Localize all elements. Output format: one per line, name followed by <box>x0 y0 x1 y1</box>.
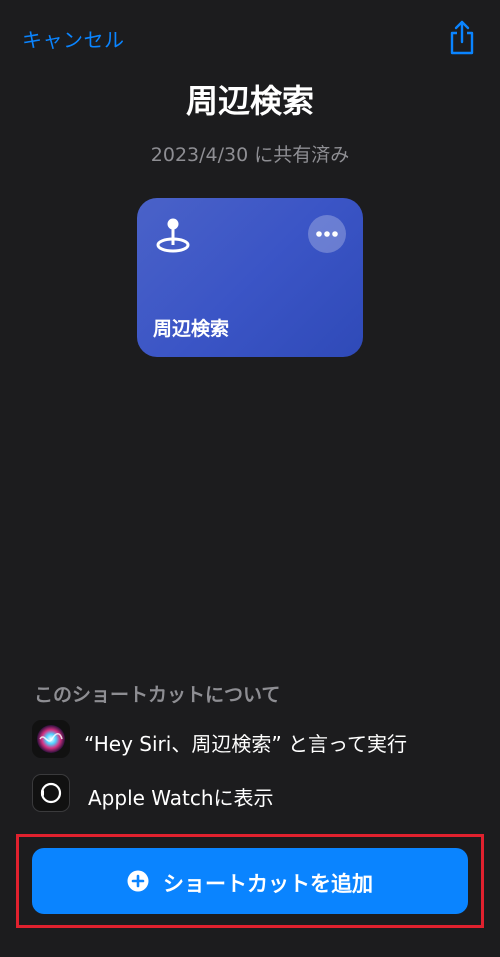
siri-icon <box>32 720 70 758</box>
watch-text: Apple Watchに表示 <box>88 786 274 810</box>
apple-watch-icon <box>32 774 70 812</box>
siri-phrase: “Hey Siri、周辺検索” と言って実行 <box>84 732 408 756</box>
page-title: 周辺検索 <box>185 82 314 120</box>
shortcut-card[interactable]: 周辺検索 <box>137 198 363 357</box>
shortcut-card-label: 周辺検索 <box>153 318 230 340</box>
add-shortcut-label: ショートカットを追加 <box>163 872 373 896</box>
share-button[interactable] <box>448 20 476 56</box>
more-options-button[interactable] <box>308 215 346 253</box>
cancel-button[interactable]: キャンセル <box>22 24 125 53</box>
add-shortcut-button[interactable]: ショートカットを追加 <box>32 848 468 914</box>
shared-date: 2023/4/30 に共有済み <box>150 144 350 166</box>
share-icon <box>450 20 474 55</box>
map-pin-icon <box>156 218 190 253</box>
about-section-title: このショートカットについて <box>34 684 281 706</box>
ellipsis-icon <box>316 231 338 237</box>
plus-circle-icon <box>127 870 149 892</box>
